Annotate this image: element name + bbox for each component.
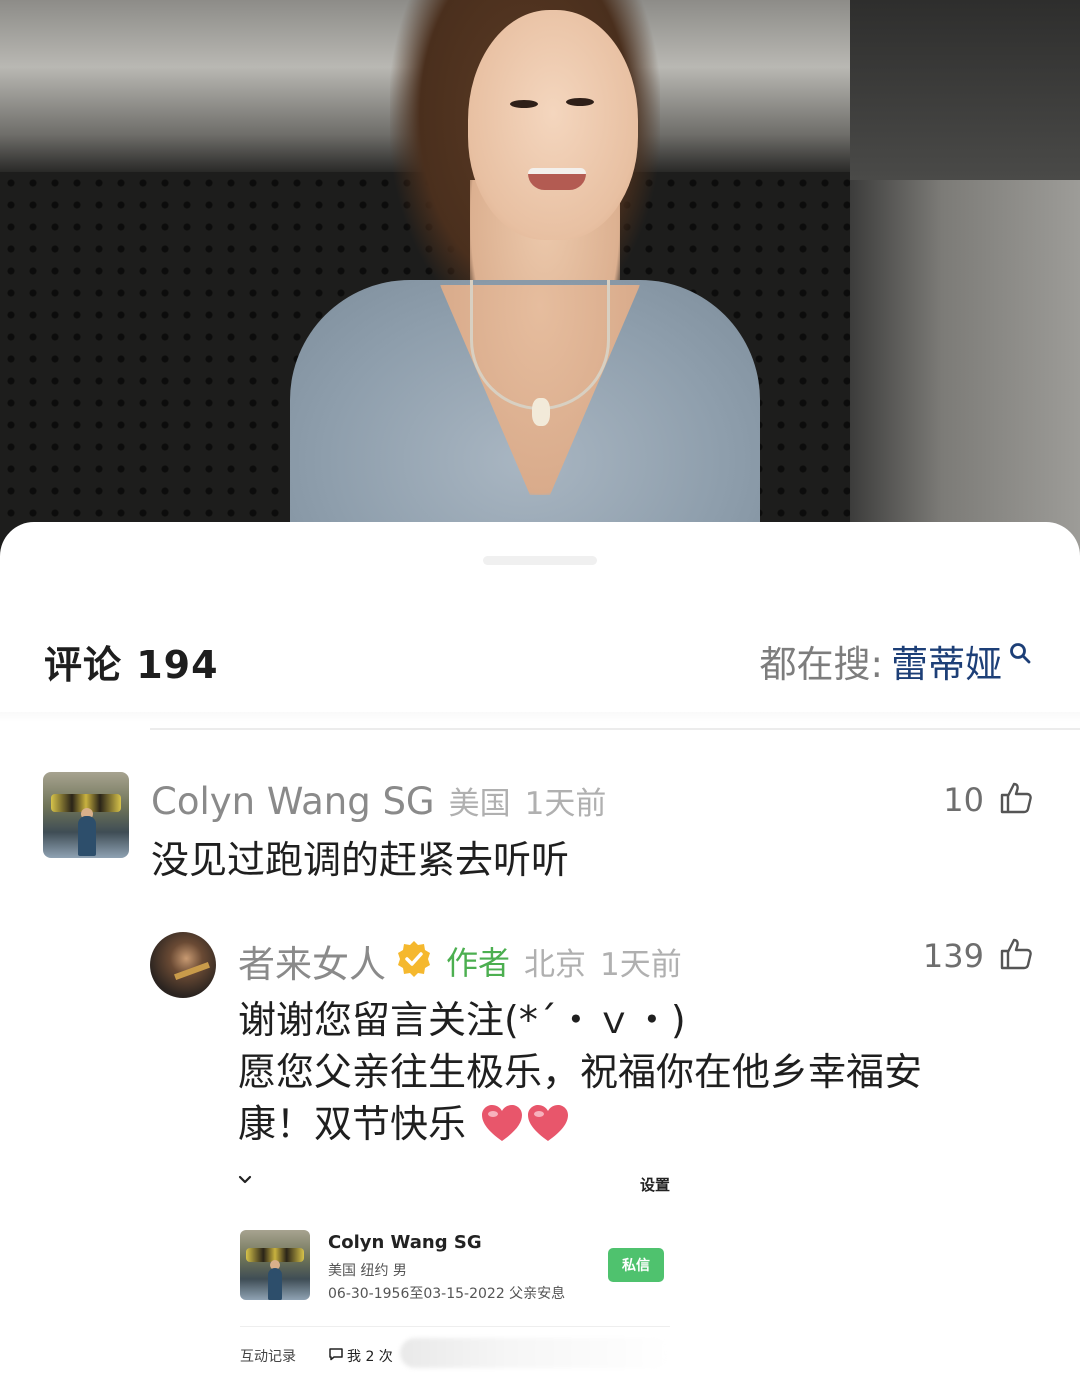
embedded-username: Colyn Wang SG (328, 1232, 482, 1253)
settings-link[interactable]: 设置 (640, 1174, 670, 1195)
author-avatar[interactable] (150, 932, 216, 998)
embedded-location-gender: 美国 纽约 男 (328, 1263, 407, 1279)
trending-term[interactable]: 蕾蒂娅 (891, 634, 1002, 688)
trending-search[interactable]: 都在搜: 蕾蒂娅 (760, 634, 1032, 688)
avatar-person (78, 816, 96, 856)
header-shadow (0, 712, 1080, 722)
comment-time: 1天前 (524, 786, 607, 822)
drag-handle[interactable] (483, 556, 597, 565)
reply-text-line: 愿您父亲往生极乐，祝福你在他乡幸福安 (238, 1050, 923, 1094)
reply-text-line-last: 康！双节快乐 (238, 1098, 1018, 1150)
comment-item: Colyn Wang SG 美国 1天前 没见过跑调的赶紧去听听 10 (0, 772, 1080, 892)
comment-location: 美国 (448, 786, 511, 822)
like-button[interactable]: 10 (943, 780, 1034, 820)
avatar[interactable] (43, 772, 129, 858)
like-count: 10 (943, 781, 984, 819)
photo-pendant (532, 398, 550, 426)
embedded-profile-screenshot: 设置 Colyn Wang SG 美国 纽约 男 06-30-1956至03-1… (230, 1162, 680, 1378)
heart-emoji (480, 1103, 524, 1143)
avatar-violin (174, 962, 210, 980)
chevron-down-icon[interactable] (236, 1170, 254, 1192)
mention-count-text: 我 2 次 (347, 1349, 393, 1365)
embedded-divider (240, 1326, 670, 1327)
photo-eye-right (566, 98, 594, 106)
comments-header: 评论 194 都在搜: 蕾蒂娅 (0, 622, 1080, 702)
reply-username[interactable]: 者来女人 (238, 934, 386, 988)
like-button[interactable]: 139 (923, 936, 1034, 976)
post-photo[interactable] (0, 0, 1080, 560)
embedded-bio: 06-30-1956至03-15-2022 父亲安息 (328, 1286, 566, 1302)
comments-count-title: 评论 194 (44, 643, 219, 687)
reply-text-line: 谢谢您留言关注(*´・ｖ・) (238, 998, 686, 1042)
mention-count: 我 2 次 (328, 1346, 393, 1366)
thumbs-up-icon[interactable] (998, 936, 1034, 976)
blurred-region (400, 1338, 670, 1368)
trending-label: 都在搜: (759, 643, 883, 686)
comment-username[interactable]: Colyn Wang SG (151, 780, 435, 823)
chat-icon (328, 1347, 344, 1365)
author-tag: 作者 (446, 944, 511, 982)
search-icon[interactable] (1008, 631, 1032, 674)
comment-reply-item: 者来女人 作者 北京 1天前 谢谢您留言关注(*´・ｖ・) 愿您父亲往生极乐，祝… (0, 932, 1080, 1152)
photo-mouth (528, 168, 586, 190)
thumbs-up-icon[interactable] (998, 780, 1034, 820)
photo-eye-left (510, 100, 538, 108)
comment-text: 没见过跑调的赶紧去听听 (151, 838, 570, 882)
heart-emoji (526, 1103, 570, 1143)
embedded-avatar (240, 1230, 310, 1300)
verified-badge-icon (394, 939, 434, 983)
reply-location: 北京 (524, 946, 587, 983)
comments-sheet: 评论 194 都在搜: 蕾蒂娅 Colyn Wang SG 美国 1天前 没见过… (0, 522, 1080, 1378)
reply-time: 1天前 (600, 946, 682, 983)
like-count: 139 (922, 937, 984, 975)
avatar-person (268, 1268, 282, 1300)
header-divider (150, 728, 1080, 730)
reply-text-line: 康！双节快乐 (238, 1102, 467, 1146)
photo-wall-top (850, 0, 1080, 180)
direct-message-button[interactable]: 私信 (608, 1248, 664, 1282)
photo-face (468, 10, 638, 240)
interaction-history-label: 互动记录 (240, 1349, 296, 1365)
